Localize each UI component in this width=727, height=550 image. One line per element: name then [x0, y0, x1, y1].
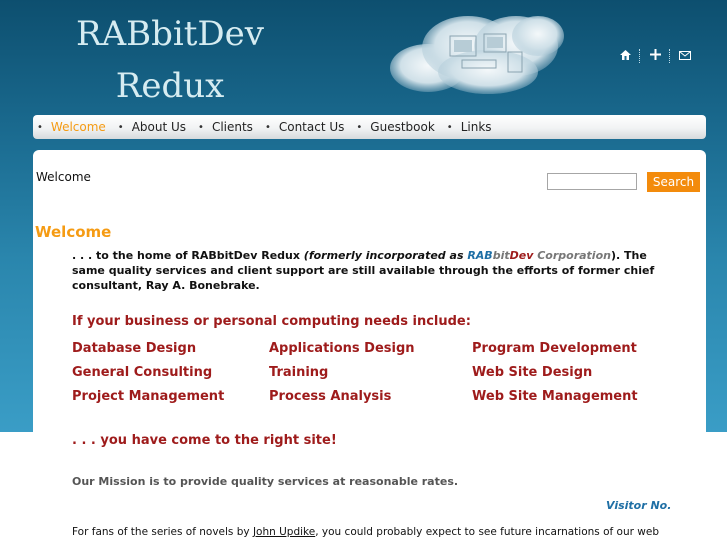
- nav-item-links[interactable]: • Links: [443, 120, 500, 134]
- service-item: Database Design: [72, 341, 197, 356]
- mail-icon[interactable]: [675, 50, 695, 63]
- service-item: Project Management: [72, 389, 225, 404]
- page-title: Welcome: [35, 223, 112, 241]
- nav-item-label: Contact Us: [278, 120, 345, 134]
- nav-item-label: About Us: [131, 120, 187, 134]
- fans-text-rest: , you could probably expect to see futur…: [315, 526, 660, 538]
- nav-item-contact-us[interactable]: • Contact Us: [261, 120, 352, 134]
- service-item: Web Site Design: [472, 365, 593, 380]
- bullet-icon: •: [37, 121, 43, 133]
- john-updike-link[interactable]: John Updike: [253, 526, 315, 538]
- intro-formerly: (formerly incorporated as: [303, 249, 468, 262]
- breadcrumb: Welcome: [36, 170, 91, 184]
- service-item: General Consulting: [72, 365, 213, 380]
- nav-item-welcome[interactable]: • Welcome: [33, 120, 114, 134]
- bullet-icon: •: [117, 121, 124, 133]
- nav-item-guestbook[interactable]: • Guestbook: [352, 120, 442, 134]
- needs-heading: If your business or personal computing n…: [72, 314, 471, 329]
- service-item: Process Analysis: [269, 389, 392, 404]
- intro-text: . . . to the home of RABbitDev Redux: [72, 249, 304, 262]
- site-title: RABbitDev Redux: [70, 8, 270, 112]
- nav-item-label: Links: [460, 120, 492, 134]
- service-item: Web Site Management: [472, 389, 638, 404]
- brand-bit: bit: [492, 249, 510, 262]
- nav-item-clients[interactable]: • Clients: [194, 120, 261, 134]
- main-navigation: • Welcome • About Us • Clients • Contact…: [33, 115, 706, 139]
- icon-divider: [669, 49, 671, 63]
- home-icon[interactable]: [615, 49, 635, 63]
- right-site-text: . . . you have come to the right site!: [72, 433, 337, 448]
- bullet-icon: •: [264, 121, 271, 133]
- top-icons: [615, 46, 695, 66]
- visitor-counter-label: Visitor No.: [606, 499, 672, 512]
- bullet-icon: •: [446, 121, 453, 133]
- brand-corporation: Corporation: [533, 249, 611, 262]
- intro-close: ).: [610, 249, 621, 262]
- fans-text: For fans of the series of novels by: [72, 526, 253, 538]
- nav-item-label: Welcome: [50, 120, 106, 134]
- cloud-logo: [390, 16, 564, 94]
- nav-item-about-us[interactable]: • About Us: [114, 120, 194, 134]
- bullet-icon: •: [356, 121, 363, 133]
- content-panel: Welcome Search Welcome . . . to the home…: [33, 150, 706, 550]
- icon-divider: [639, 49, 641, 63]
- nav-item-label: Guestbook: [370, 120, 435, 134]
- service-item: Applications Design: [269, 341, 415, 356]
- site-title-line2: Redux: [115, 66, 225, 106]
- brand-dev: Dev: [509, 249, 534, 262]
- fans-paragraph: For fans of the series of novels by John…: [72, 525, 672, 540]
- site-title-line1: RABbitDev: [75, 14, 265, 54]
- intro-paragraph: . . . to the home of RABbitDev Redux (fo…: [72, 248, 662, 293]
- bullet-icon: •: [198, 121, 204, 133]
- service-item: Program Development: [472, 341, 637, 356]
- brand-rab: RAB: [467, 249, 493, 262]
- nav-item-label: Clients: [211, 120, 253, 134]
- search-button[interactable]: Search: [647, 172, 700, 192]
- sitemap-icon[interactable]: [645, 49, 665, 63]
- mission-statement: Our Mission is to provide quality servic…: [72, 475, 459, 488]
- search-input[interactable]: [547, 173, 637, 190]
- service-item: Training: [269, 365, 329, 380]
